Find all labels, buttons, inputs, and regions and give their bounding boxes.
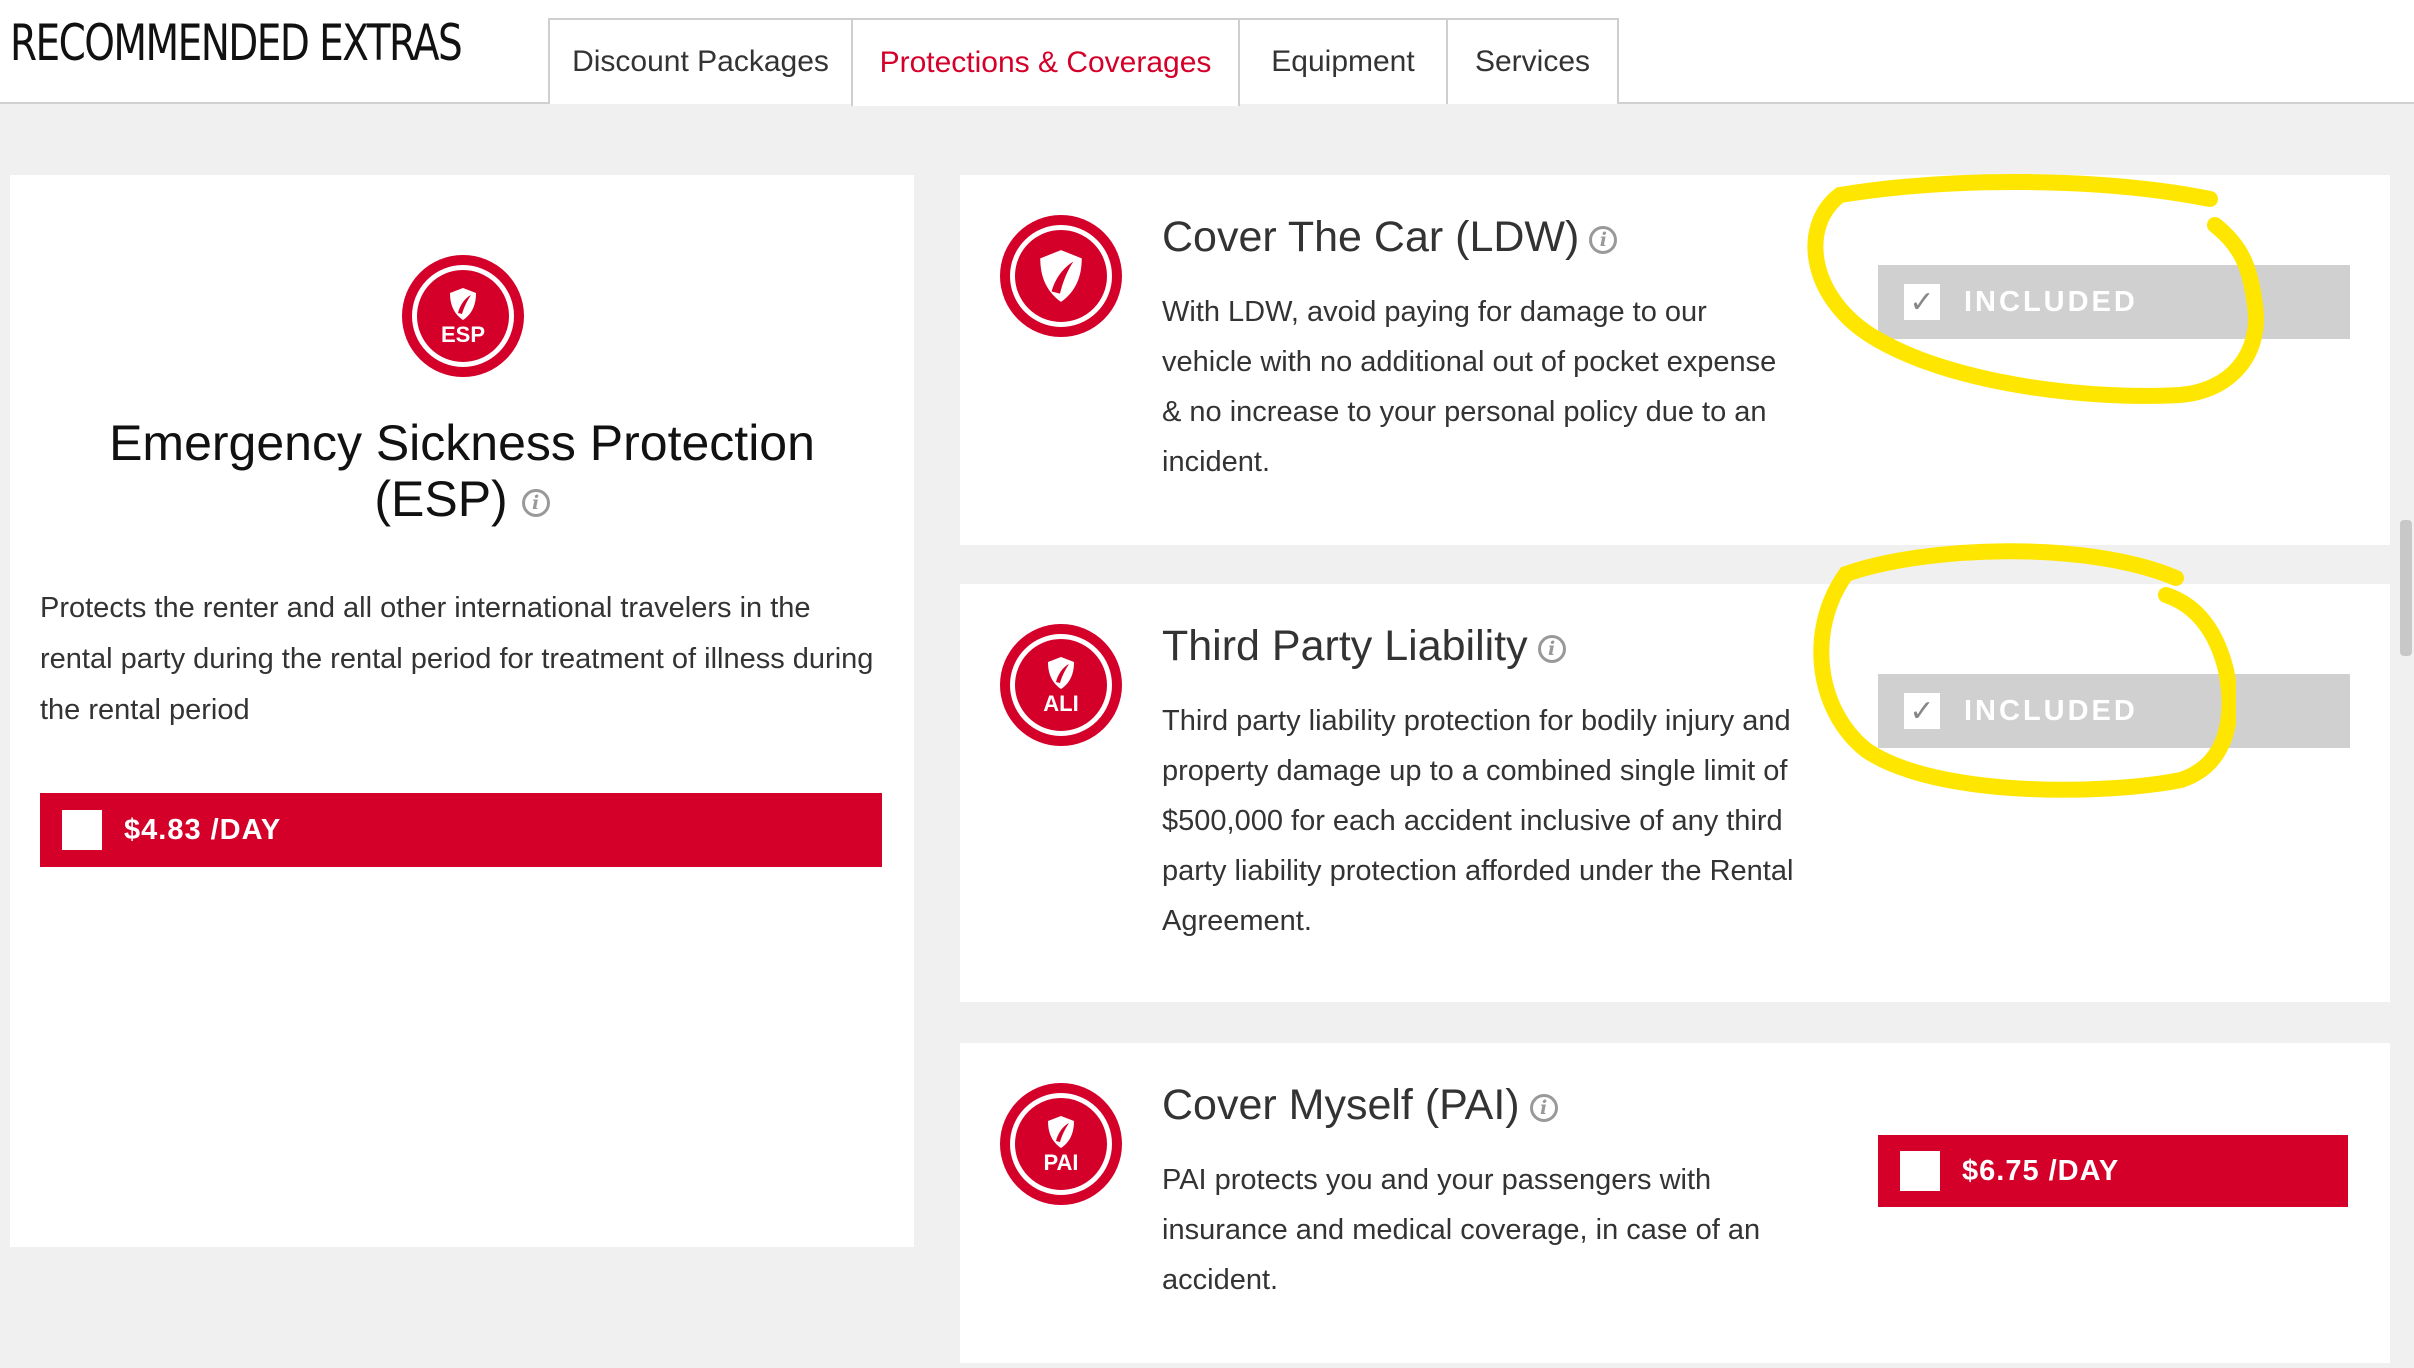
shield-icon <box>1040 250 1082 302</box>
tab-discount-packages[interactable]: Discount Packages <box>548 18 853 104</box>
tab-bar: Discount Packages Protections & Coverage… <box>548 18 1619 106</box>
ali-title: Third Party Liability i <box>1162 622 1566 671</box>
esp-badge-label: ESP <box>440 321 486 347</box>
shield-icon <box>450 287 476 320</box>
pai-price: $6.75 /DAY <box>1962 1154 2120 1187</box>
coverage-card-ldw: Cover The Car (LDW) i With LDW, avoid pay… <box>960 175 2390 545</box>
ldw-description: With LDW, avoid paying for damage to our… <box>1162 296 1777 478</box>
scrollbar[interactable] <box>2400 520 2412 656</box>
info-icon[interactable]: i <box>521 488 550 517</box>
shield-icon <box>1048 656 1074 689</box>
ali-badge-icon: ALI <box>1000 624 1122 746</box>
esp-price: $4.83 /DAY <box>124 813 282 846</box>
tab-equipment[interactable]: Equipment <box>1238 18 1448 104</box>
check-icon: ✓ <box>1904 284 1940 320</box>
tab-services[interactable]: Services <box>1446 18 1619 104</box>
esp-description: Protects the renter and all other intern… <box>40 592 874 726</box>
coverage-card-pai: PAI Cover Myself (PAI) i PAI protects you… <box>960 1043 2390 1363</box>
info-icon[interactable]: i <box>1529 1093 1558 1122</box>
info-icon[interactable]: i <box>1537 634 1566 663</box>
esp-checkbox[interactable] <box>62 810 102 850</box>
pai-checkbox[interactable] <box>1900 1151 1940 1191</box>
check-icon: ✓ <box>1904 693 1940 729</box>
coverage-card-ali: ALI Third Party Liability i Third party l… <box>960 584 2390 1002</box>
ldw-included-badge: ✓ INCLUDED <box>1878 265 2350 339</box>
page-header: RECOMMENDED EXTRAS Discount Packages Pro… <box>0 0 2414 106</box>
pai-badge-icon: PAI <box>1000 1083 1122 1205</box>
info-icon[interactable]: i <box>1589 225 1618 254</box>
pai-badge-label: PAI <box>1043 1149 1079 1175</box>
ldw-status: INCLUDED <box>1964 285 2138 318</box>
tab-protections-coverages[interactable]: Protections & Coverages <box>851 18 1240 106</box>
pai-description: PAI protects you and your passengers wit… <box>1162 1164 1761 1296</box>
esp-card: ESP Emergency Sickness Protection (ESP) … <box>10 175 914 1247</box>
ali-description: Third party liability protection for bod… <box>1162 705 1794 937</box>
esp-badge-icon: ESP <box>402 255 524 377</box>
shield-icon <box>1048 1115 1074 1148</box>
ali-badge-label: ALI <box>1043 690 1079 716</box>
esp-add-button[interactable]: $4.83 /DAY <box>40 793 882 867</box>
ali-included-badge: ✓ INCLUDED <box>1878 674 2350 748</box>
ldw-title: Cover The Car (LDW) i <box>1162 213 1618 262</box>
ali-status: INCLUDED <box>1964 694 2138 727</box>
pai-add-button[interactable]: $6.75 /DAY <box>1878 1135 2348 1207</box>
esp-title-line1: Emergency Sickness Protection <box>109 415 815 471</box>
ldw-badge-icon <box>1000 215 1122 337</box>
esp-title-line2: (ESP) <box>374 471 508 527</box>
esp-title: Emergency Sickness Protection (ESP) i <box>10 415 914 527</box>
page-title: RECOMMENDED EXTRAS <box>10 14 463 72</box>
pai-title: Cover Myself (PAI) i <box>1162 1081 1558 1130</box>
